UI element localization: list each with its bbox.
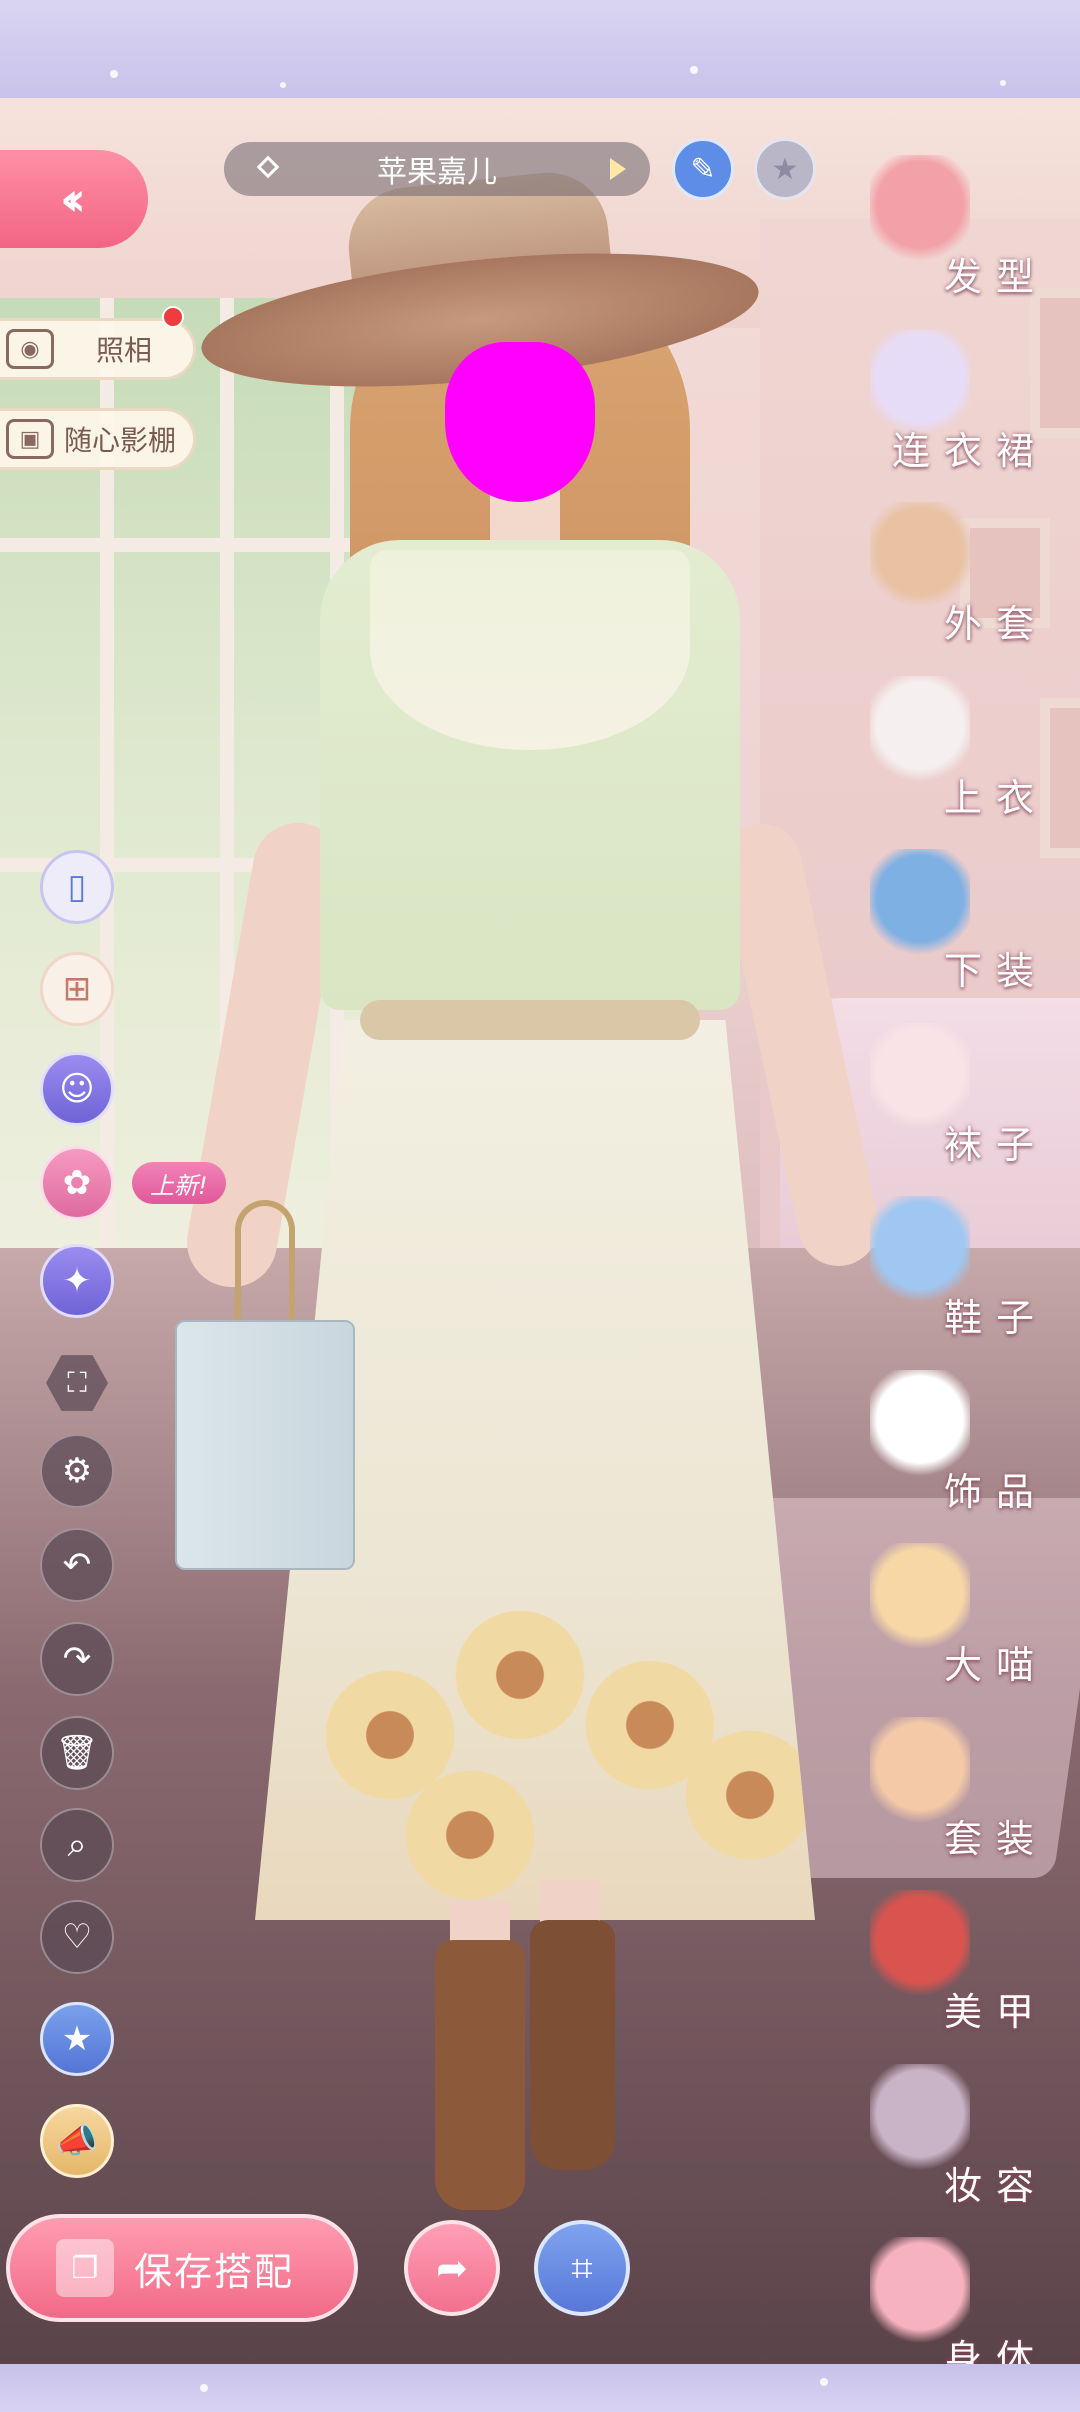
palette-icon: ✿ — [62, 1163, 92, 1203]
bottom-band — [0, 2364, 1080, 2412]
sparkle-decoration — [200, 2384, 208, 2392]
star-badge-icon: ★ — [61, 2019, 93, 2059]
sparkle-decoration — [1000, 80, 1006, 86]
sparkle-decoration — [280, 82, 286, 88]
photo-button[interactable]: ◉ 照相 — [0, 318, 196, 380]
double-chevron-left-icon: ‹‹ — [60, 172, 86, 226]
category-label: 袜子 — [943, 1123, 1048, 1167]
settings-button[interactable]: ⚙ — [40, 1434, 114, 1508]
star-effects-button[interactable]: ✦ — [40, 1244, 114, 1318]
redo-icon: ↷ — [62, 1639, 92, 1679]
braided-belt — [360, 1000, 700, 1040]
category-dress[interactable]: 连衣裙 — [862, 329, 1072, 499]
star-icon: ★ — [771, 151, 799, 187]
favorite-button[interactable]: ★ — [754, 138, 816, 200]
category-hairstyle[interactable]: 发型 — [862, 155, 1072, 325]
back-button[interactable]: ‹‹ — [0, 150, 148, 248]
box-icon: ▣ — [6, 419, 54, 459]
camera-icon: ◉ — [6, 329, 54, 369]
lantern-handbag — [175, 1320, 355, 1570]
megaphone-icon: 📣 — [55, 2121, 99, 2161]
new-items-badge: 上新! — [132, 1162, 226, 1204]
category-coat[interactable]: 外套 — [862, 502, 1072, 672]
sunflower-print — [395, 1760, 545, 1910]
dressed-character[interactable] — [175, 120, 886, 2220]
sunflower-print — [445, 1600, 595, 1750]
character-name-bar[interactable]: 苹果嘉儿 — [224, 142, 650, 196]
person-switch-icon: ☺ — [59, 1069, 95, 1109]
studio-label: 随心影棚 — [64, 424, 177, 457]
notification-dot — [162, 306, 184, 328]
category-label: 下装 — [943, 949, 1048, 993]
sparkle-decoration — [820, 2378, 828, 2386]
announcement-button[interactable]: 📣 — [40, 2104, 114, 2178]
category-top[interactable]: 上衣 — [862, 676, 1072, 846]
pencil-icon: ✎ — [690, 151, 716, 187]
phone-card-icon: ▯ — [67, 867, 87, 907]
studio-button[interactable]: ▣ 随心影棚 — [0, 408, 196, 470]
character-face — [445, 342, 595, 502]
category-label: 套装 — [943, 1817, 1048, 1861]
add-layer-button[interactable]: ⊞ — [40, 952, 114, 1026]
gear-icon: ⚙ — [61, 1451, 93, 1491]
diamond-icon — [256, 155, 280, 179]
star-sparkle-icon: ✦ — [62, 1261, 92, 1301]
character-name: 苹果嘉儿 — [377, 155, 497, 190]
category-label: 上衣 — [943, 776, 1048, 820]
category-bottoms[interactable]: 下装 — [862, 849, 1072, 1019]
fullscreen-button[interactable]: ⛶ — [40, 1346, 114, 1420]
pose-card-button[interactable]: ▯ — [40, 850, 114, 924]
category-cat[interactable]: 大喵 — [862, 1543, 1072, 1713]
category-label: 连衣裙 — [891, 429, 1048, 473]
arrow-right-icon — [610, 158, 626, 180]
sparkle-decoration — [690, 66, 698, 74]
heart-icon: ♡ — [61, 1917, 93, 1957]
save-cards-icon: ❐ — [56, 2239, 114, 2297]
category-label: 外套 — [943, 602, 1048, 646]
sunflower-print — [675, 1720, 815, 1870]
category-label: 饰品 — [943, 1470, 1048, 1514]
category-nail-polish[interactable]: 美甲 — [862, 1890, 1072, 2060]
category-tiara[interactable]: 饰品 — [862, 1370, 1072, 1540]
collection-button[interactable]: ★ — [40, 2002, 114, 2076]
like-button[interactable]: ♡ — [40, 1900, 114, 1974]
top-status-band — [0, 0, 1080, 98]
save-outfit-button[interactable]: ❐ 保存搭配 — [6, 2214, 358, 2322]
sparkle-decoration — [110, 70, 118, 78]
left-boot — [435, 1940, 525, 2210]
category-label: 发型 — [943, 255, 1048, 299]
photo-label: 照相 — [96, 334, 153, 367]
right-boot — [530, 1920, 615, 2170]
undo-button[interactable]: ↶ — [40, 1528, 114, 1602]
category-socks[interactable]: 袜子 — [862, 1023, 1072, 1193]
category-outfit-set[interactable]: 套装 — [862, 1717, 1072, 1887]
edit-name-button[interactable]: ✎ — [672, 138, 734, 200]
category-label: 鞋子 — [943, 1296, 1048, 1340]
lace-collar — [370, 550, 690, 750]
search-button[interactable]: ⌕ — [40, 1808, 114, 1882]
add-layer-icon: ⊞ — [62, 969, 92, 1009]
share-outfit-button[interactable]: ➦ — [404, 2220, 500, 2316]
category-label: 妆容 — [943, 2164, 1048, 2208]
fullscreen-icon: ⛶ — [46, 1355, 108, 1411]
category-label: 大喵 — [943, 1643, 1048, 1687]
category-shoes[interactable]: 鞋子 — [862, 1196, 1072, 1366]
undo-icon: ↶ — [62, 1545, 92, 1585]
category-makeup[interactable]: 妆容 — [862, 2064, 1072, 2234]
bag-handle — [235, 1200, 295, 1330]
delete-button[interactable]: 🗑 — [40, 1716, 114, 1790]
scan-outfit-button[interactable]: ⌗ — [534, 2220, 630, 2316]
search-icon: ⌕ — [67, 1825, 87, 1865]
redo-button[interactable]: ↷ — [40, 1622, 114, 1696]
save-outfit-label: 保存搭配 — [134, 2249, 295, 2294]
dye-palette-button[interactable]: ✿ — [40, 1146, 114, 1220]
dress-scan-icon: ⌗ — [571, 2245, 593, 2290]
category-label: 美甲 — [943, 1990, 1048, 2034]
trash-icon: 🗑 — [55, 1733, 99, 1773]
share-arrow-icon: ➦ — [436, 2246, 468, 2290]
character-swap-button[interactable]: ☺ — [40, 1052, 114, 1126]
